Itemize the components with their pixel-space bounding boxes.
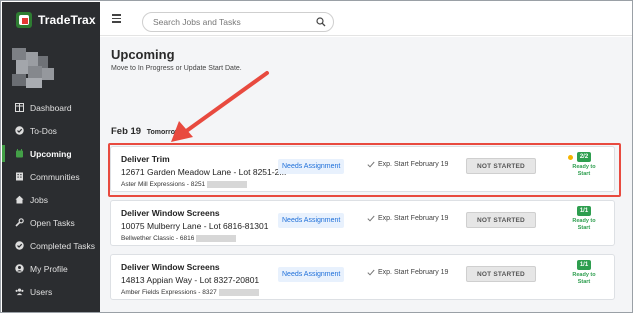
sidebar-item-label: Dashboard — [30, 102, 72, 113]
task-card[interactable]: Deliver Window Screens 14813 Appian Way … — [110, 254, 615, 300]
ready-to-start-label: Ready to Start — [572, 218, 596, 231]
ready-to-start-label: Ready to Start — [572, 272, 596, 285]
check-circle-icon — [15, 126, 24, 135]
building-icon — [15, 172, 24, 181]
sidebar-item-open-tasks[interactable]: Open Tasks — [2, 211, 100, 234]
task-card[interactable]: Deliver Window Screens 10075 Mulberry La… — [110, 200, 615, 246]
checkmark-icon — [367, 215, 375, 222]
checklist-count-badge: 1/1 — [577, 260, 591, 270]
status-button[interactable]: NOT STARTED — [466, 266, 536, 282]
sidebar-item-completed-tasks[interactable]: Completed Tasks — [2, 234, 100, 257]
needs-assignment-button[interactable]: Needs Assignment — [278, 213, 345, 228]
app-name: TradeTrax — [38, 13, 96, 27]
task-community: Bellwether Classic - 6816 — [121, 235, 237, 243]
check-circle-icon — [15, 241, 24, 250]
avatar[interactable] — [12, 48, 64, 88]
sidebar-item-label: Users — [30, 286, 53, 297]
search-placeholder: Search Jobs and Tasks — [153, 17, 241, 27]
home-icon — [15, 195, 24, 204]
sidebar-item-jobs[interactable]: Jobs — [2, 188, 100, 211]
sidebar-item-label: Upcoming — [30, 148, 72, 159]
users-icon — [15, 287, 24, 296]
sidebar-item-label: Communities — [30, 171, 80, 182]
sidebar-item-users[interactable]: Users — [2, 280, 100, 303]
task-address: 10075 Mulberry Lane - Lot 6816-81301 — [121, 221, 269, 231]
sidebar-item-label: Completed Tasks — [30, 240, 96, 251]
sidebar-item-dashboard[interactable]: Dashboard — [2, 96, 100, 119]
status-button[interactable]: NOT STARTED — [466, 212, 536, 228]
needs-assignment-button[interactable]: Needs Assignment — [278, 267, 345, 282]
sidebar-item-communities[interactable]: Communities — [2, 165, 100, 188]
checklist-count-badge: 1/1 — [577, 206, 591, 216]
user-circle-icon — [15, 264, 24, 273]
sidebar-item-label: Jobs — [30, 194, 48, 205]
expected-start: Exp. Start February 19 — [367, 215, 448, 222]
page-title: Upcoming — [111, 47, 175, 62]
search-input[interactable]: Search Jobs and Tasks — [142, 12, 334, 32]
top-bar: Search Jobs and Tasks — [100, 2, 632, 36]
sidebar-item-label: Open Tasks — [30, 217, 75, 228]
app-logo[interactable]: TradeTrax — [16, 12, 96, 28]
date-heading: Feb 19 Tomorrow — [111, 126, 180, 137]
expected-start: Exp. Start February 19 — [367, 269, 448, 276]
redacted-text — [218, 289, 259, 296]
sidebar-item-my-profile[interactable]: My Profile — [2, 257, 100, 280]
task-address: 14813 Appian Way - Lot 8327-20801 — [121, 275, 260, 285]
expected-start-text: Exp. Start February 19 — [378, 215, 449, 222]
redacted-text — [196, 235, 237, 242]
sidebar-item-label: My Profile — [30, 263, 68, 274]
task-title[interactable]: Deliver Window Screens — [121, 208, 220, 218]
page-subtitle: Move to In Progress or Update Start Date… — [111, 65, 242, 72]
dashboard-icon — [15, 103, 24, 112]
app-window: TradeTrax Dashboard To-Dos Upcoming Comm… — [0, 0, 633, 313]
wrench-icon — [15, 218, 24, 227]
checkmark-icon — [367, 269, 375, 276]
calendar-icon — [15, 149, 24, 158]
date-relative-label: Tomorrow — [146, 129, 181, 136]
hamburger-menu-icon[interactable] — [112, 14, 121, 23]
expected-start-text: Exp. Start February 19 — [378, 269, 449, 276]
annotation-highlight-box — [108, 143, 621, 197]
tradetrax-logo-icon — [16, 12, 32, 28]
sidebar-item-label: To-Dos — [30, 125, 57, 136]
sidebar-nav: Dashboard To-Dos Upcoming Communities Jo… — [2, 96, 100, 303]
community-label: Amber Fields Expressions - 8327 — [121, 289, 217, 297]
date-label: Feb 19 — [111, 126, 142, 137]
task-community: Amber Fields Expressions - 8327 — [121, 289, 259, 296]
sidebar: TradeTrax Dashboard To-Dos Upcoming Comm… — [2, 2, 100, 312]
task-title[interactable]: Deliver Window Screens — [121, 262, 220, 272]
search-icon[interactable] — [316, 17, 326, 27]
community-label: Bellwether Classic - 6816 — [121, 235, 195, 243]
sidebar-item-upcoming[interactable]: Upcoming — [2, 142, 100, 165]
sidebar-item-to-dos[interactable]: To-Dos — [2, 119, 100, 142]
